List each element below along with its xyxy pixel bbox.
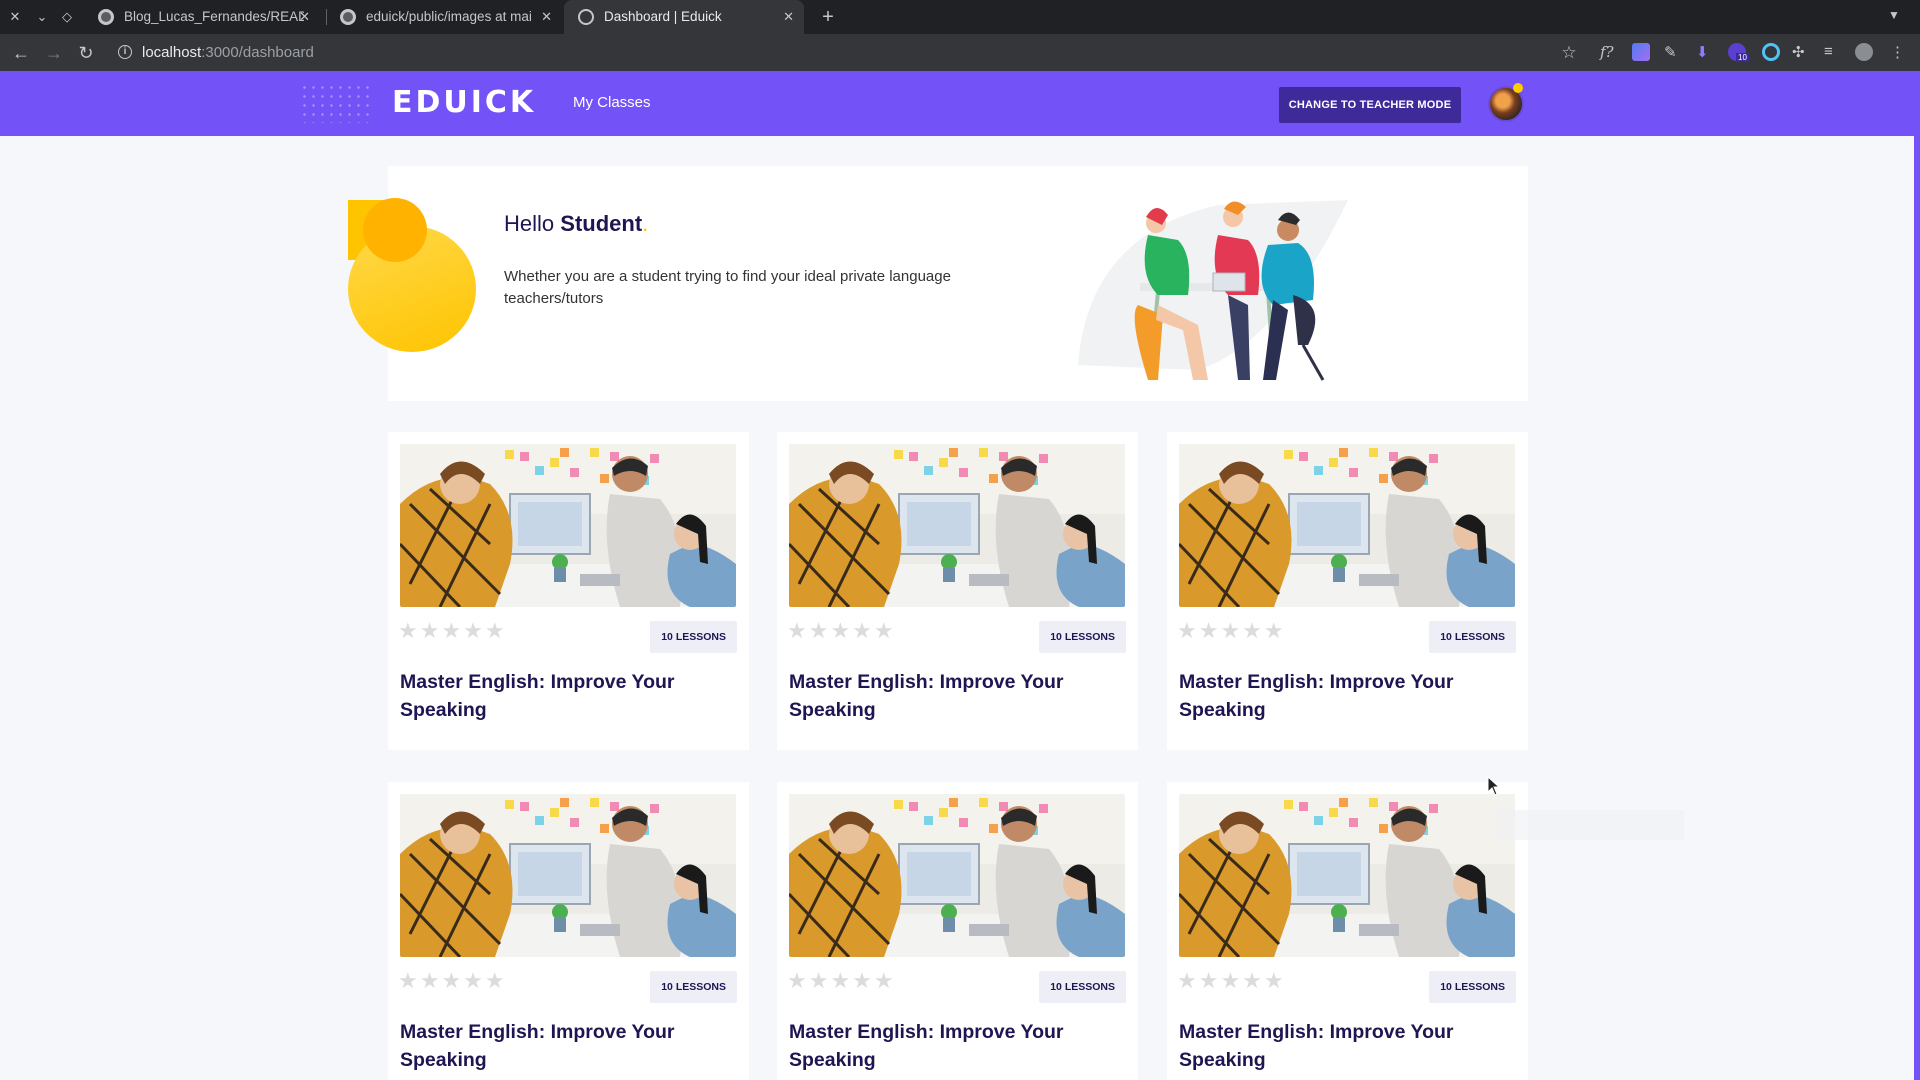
browser-menu-icon[interactable]: ⋮ bbox=[1890, 43, 1908, 61]
reload-icon[interactable]: ↻ bbox=[75, 42, 97, 64]
github-icon bbox=[340, 9, 356, 25]
course-title[interactable]: Master English: Improve Your Speaking bbox=[1179, 668, 1479, 724]
office-team-photo bbox=[789, 794, 1125, 957]
page-edge-accent bbox=[1914, 136, 1920, 1080]
rating-stars[interactable]: ★★★★★ bbox=[787, 618, 896, 644]
ring-extension-icon[interactable] bbox=[1762, 43, 1780, 61]
orange-circle-shape bbox=[363, 198, 427, 262]
browser-tab-1[interactable]: Blog_Lucas_Fernandes/READ ✕ bbox=[84, 0, 320, 34]
tab-group-icon[interactable]: ◇ bbox=[58, 8, 76, 26]
office-team-photo bbox=[789, 444, 1125, 607]
close-tab-icon[interactable]: ✕ bbox=[783, 0, 794, 34]
lessons-badge: 10 LESSONS bbox=[1039, 971, 1126, 1003]
close-tab-icon[interactable]: ✕ bbox=[299, 0, 310, 34]
download-extension-icon[interactable]: ⬇ bbox=[1696, 43, 1714, 61]
course-thumbnail[interactable] bbox=[1179, 444, 1515, 607]
site-info-icon[interactable]: i bbox=[118, 45, 132, 59]
change-to-teacher-mode-button[interactable]: CHANGE TO TEACHER MODE bbox=[1279, 87, 1461, 123]
course-title[interactable]: Master English: Improve Your Speaking bbox=[789, 668, 1089, 724]
course-thumbnail[interactable] bbox=[1179, 794, 1515, 957]
course-card-6[interactable]: ★★★★★ 10 LESSONS Master English: Improve… bbox=[1167, 782, 1528, 1080]
lessons-badge: 10 LESSONS bbox=[650, 971, 737, 1003]
reading-list-icon[interactable]: ≡ bbox=[1824, 43, 1842, 61]
new-tab-plus-icon[interactable]: + bbox=[816, 5, 840, 29]
decorative-dots bbox=[300, 83, 370, 123]
extension-badge: 10 bbox=[1736, 53, 1749, 62]
office-team-photo bbox=[400, 794, 736, 957]
app-header: EDUICK My Classes CHANGE TO TEACHER MODE bbox=[0, 71, 1920, 136]
profile-avatar-icon[interactable] bbox=[1855, 43, 1873, 61]
course-card-3[interactable]: ★★★★★ 10 LESSONS Master English: Improve… bbox=[1167, 432, 1528, 750]
office-team-photo bbox=[1179, 794, 1515, 957]
rating-stars[interactable]: ★★★★★ bbox=[1177, 968, 1286, 994]
office-team-photo bbox=[1179, 444, 1515, 607]
course-card-1[interactable]: ★★★★★ 10 LESSONS Master English: Improve… bbox=[388, 432, 749, 750]
tab-title: eduick/public/images at mai bbox=[366, 9, 532, 24]
badge-extension-icon[interactable]: 10 bbox=[1728, 43, 1749, 62]
lessons-badge: 10 LESSONS bbox=[1039, 621, 1126, 653]
course-title[interactable]: Master English: Improve Your Speaking bbox=[400, 668, 700, 724]
puzzle-extensions-icon[interactable]: ✣ bbox=[1792, 43, 1810, 61]
rating-stars[interactable]: ★★★★★ bbox=[398, 618, 507, 644]
course-title[interactable]: Master English: Improve Your Speaking bbox=[789, 1018, 1089, 1074]
lessons-badge: 10 LESSONS bbox=[1429, 621, 1516, 653]
course-card-5[interactable]: ★★★★★ 10 LESSONS Master English: Improve… bbox=[777, 782, 1138, 1080]
hero-greeting: Hello Student. bbox=[504, 211, 649, 236]
forward-arrow-icon[interactable]: → bbox=[43, 42, 65, 64]
tab-title: Dashboard | Eduick bbox=[604, 9, 722, 24]
address-bar[interactable]: i localhost:3000/dashboard bbox=[110, 38, 1580, 67]
course-title[interactable]: Master English: Improve Your Speaking bbox=[400, 1018, 700, 1074]
tab-list-chevron-icon[interactable]: ⌄ bbox=[33, 8, 51, 26]
browser-tab-2[interactable]: eduick/public/images at mai ✕ bbox=[326, 0, 562, 34]
faded-tooltip bbox=[1496, 810, 1684, 840]
notification-dot bbox=[1513, 83, 1523, 93]
browser-toolbar: ← → ↻ i localhost:3000/dashboard ☆ f? ✎ … bbox=[0, 34, 1920, 71]
office-team-photo bbox=[400, 444, 736, 607]
hero-description: Whether you are a student trying to find… bbox=[504, 268, 951, 307]
course-thumbnail[interactable] bbox=[400, 444, 736, 607]
course-title[interactable]: Master English: Improve Your Speaking bbox=[1179, 1018, 1479, 1074]
rating-stars[interactable]: ★★★★★ bbox=[787, 968, 896, 994]
eduick-logo[interactable]: EDUICK bbox=[392, 85, 536, 120]
color-extension-icon[interactable] bbox=[1632, 43, 1650, 61]
tab-title: Blog_Lucas_Fernandes/READ bbox=[124, 9, 304, 24]
browser-tab-3-active[interactable]: Dashboard | Eduick ✕ bbox=[564, 0, 804, 34]
bookmark-star-icon[interactable]: ☆ bbox=[1558, 42, 1580, 64]
rating-stars[interactable]: ★★★★★ bbox=[398, 968, 507, 994]
close-window-icon[interactable]: ✕ bbox=[6, 8, 24, 26]
course-card-2[interactable]: ★★★★★ 10 LESSONS Master English: Improve… bbox=[777, 432, 1138, 750]
nav-my-classes[interactable]: My Classes bbox=[573, 94, 651, 111]
tab-search-chevron-icon[interactable]: ▼ bbox=[1888, 8, 1900, 22]
rating-stars[interactable]: ★★★★★ bbox=[1177, 618, 1286, 644]
close-tab-icon[interactable]: ✕ bbox=[541, 0, 552, 34]
github-icon bbox=[98, 9, 114, 25]
lessons-badge: 10 LESSONS bbox=[650, 621, 737, 653]
classroom-illustration bbox=[1078, 200, 1348, 381]
browser-tab-strip: ✕ ⌄ ◇ Blog_Lucas_Fernandes/READ ✕ eduick… bbox=[0, 0, 1920, 34]
url-text: localhost:3000/dashboard bbox=[142, 44, 314, 61]
formula-extension-icon[interactable]: f? bbox=[1600, 43, 1618, 61]
globe-icon bbox=[578, 9, 594, 25]
course-thumbnail[interactable] bbox=[789, 794, 1125, 957]
pen-extension-icon[interactable]: ✎ bbox=[1664, 43, 1682, 61]
lessons-badge: 10 LESSONS bbox=[1429, 971, 1516, 1003]
course-thumbnail[interactable] bbox=[789, 444, 1125, 607]
course-card-4[interactable]: ★★★★★ 10 LESSONS Master English: Improve… bbox=[388, 782, 749, 1080]
back-arrow-icon[interactable]: ← bbox=[10, 42, 32, 64]
course-thumbnail[interactable] bbox=[400, 794, 736, 957]
